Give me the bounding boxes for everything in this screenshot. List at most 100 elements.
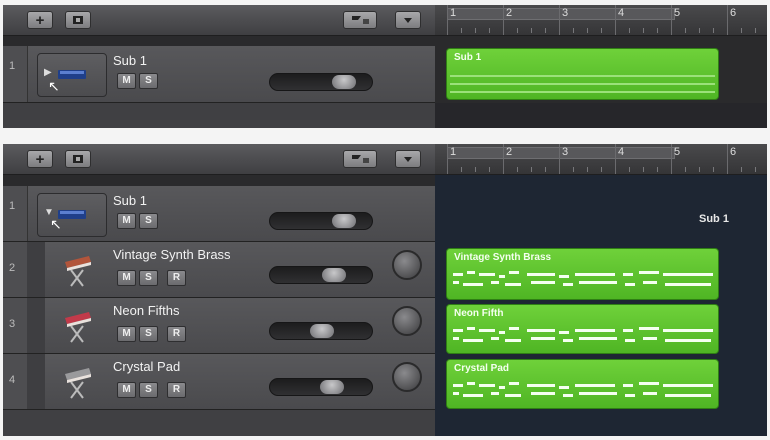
- track-number-strip: [3, 242, 28, 297]
- track-number-strip: [3, 186, 28, 241]
- bar-number: 4: [618, 146, 625, 158]
- flag-menu-icon: [352, 155, 369, 163]
- empty-track-area: [3, 103, 435, 128]
- add-track-button[interactable]: +: [27, 11, 53, 29]
- track-header-row[interactable]: 1 ▶ ↖ Sub 1 M S: [3, 46, 435, 103]
- disclosure-triangle-icon[interactable]: ▶: [44, 67, 52, 78]
- volume-slider-knob[interactable]: [332, 75, 356, 89]
- track-icon-box[interactable]: ▶ ↖: [37, 53, 107, 97]
- bar-number: 6: [730, 7, 737, 19]
- track-stack-button[interactable]: [65, 150, 91, 168]
- volume-slider[interactable]: [269, 378, 373, 396]
- bar-number: 3: [562, 7, 569, 19]
- collapse-button[interactable]: [395, 150, 421, 168]
- track-header-row[interactable]: 3 Neon Fifths M S R: [3, 298, 435, 354]
- bar-ruler[interactable]: 1 2 3 4 5 6: [435, 144, 767, 175]
- track-number: 2: [9, 262, 16, 274]
- track-header-row[interactable]: 4 Crystal Pad M S R: [3, 354, 435, 410]
- track-number-strip: [3, 298, 28, 353]
- midi-region[interactable]: Vintage Synth Brass: [446, 248, 719, 300]
- track-number: 3: [9, 318, 16, 330]
- bar-number: 2: [506, 7, 513, 19]
- volume-slider[interactable]: [269, 322, 373, 340]
- pan-knob[interactable]: [392, 250, 422, 280]
- bottom-panel-expanded: + 1 2 3 4 5 6 Sub 1 1 ▼ ↖ Sub 1 M S 2 Vi…: [3, 144, 767, 436]
- pan-knob[interactable]: [392, 306, 422, 336]
- add-track-button[interactable]: +: [27, 150, 53, 168]
- track-name: Neon Fifths: [113, 303, 180, 318]
- mute-button[interactable]: M: [117, 382, 136, 398]
- summing-stack-icon: [58, 70, 86, 79]
- volume-slider[interactable]: [269, 266, 373, 284]
- track-name: Sub 1: [113, 53, 147, 68]
- bar-ruler[interactable]: 1 2 3 4 5 6: [435, 5, 767, 36]
- empty-track-area: [3, 410, 435, 436]
- track-number: 1: [9, 200, 16, 212]
- mute-button[interactable]: M: [117, 73, 136, 89]
- region-name: Crystal Pad: [454, 363, 510, 374]
- bar-number: 3: [562, 146, 569, 158]
- record-enable-button[interactable]: R: [167, 326, 186, 342]
- track-header-toolbar: +: [3, 5, 435, 36]
- summing-stack-icon: [58, 210, 86, 219]
- solo-button[interactable]: S: [139, 73, 158, 89]
- solo-button[interactable]: S: [139, 213, 158, 229]
- solo-button[interactable]: S: [139, 326, 158, 342]
- midi-region[interactable]: Sub 1: [446, 48, 719, 100]
- solo-button[interactable]: S: [139, 382, 158, 398]
- volume-slider-knob[interactable]: [332, 214, 356, 228]
- track-number: 4: [9, 374, 16, 386]
- track-stack-icon: [73, 155, 83, 163]
- midi-region[interactable]: Neon Fifth: [446, 304, 719, 354]
- bar-number: 5: [674, 7, 681, 19]
- subtrack-indent: [27, 354, 45, 409]
- solo-button[interactable]: S: [139, 270, 158, 286]
- track-stack-button[interactable]: [65, 11, 91, 29]
- record-enable-button[interactable]: R: [167, 270, 186, 286]
- volume-slider[interactable]: [269, 73, 373, 91]
- volume-slider-knob[interactable]: [322, 268, 346, 282]
- cycle-area[interactable]: [447, 8, 675, 20]
- region-name: Sub 1: [454, 52, 482, 63]
- mute-button[interactable]: M: [117, 213, 136, 229]
- track-name: Crystal Pad: [113, 359, 181, 374]
- mouse-cursor-icon: ↖: [50, 216, 62, 232]
- collapse-icon: [404, 157, 412, 162]
- track-header-row[interactable]: 1 ▼ ↖ Sub 1 M S: [3, 186, 435, 242]
- collapse-icon: [404, 18, 412, 23]
- bar-number: 6: [730, 146, 737, 158]
- flag-menu-button[interactable]: [343, 150, 377, 168]
- bar-number: 4: [618, 7, 625, 19]
- mouse-cursor-icon: ↖: [48, 78, 60, 94]
- bar-number: 1: [450, 7, 457, 19]
- mute-button[interactable]: M: [117, 270, 136, 286]
- bar-number: 1: [450, 146, 457, 158]
- region-name: Neon Fifth: [454, 308, 504, 319]
- mute-button[interactable]: M: [117, 326, 136, 342]
- synth-keyboard-icon: [65, 256, 91, 287]
- track-number-strip: [3, 46, 28, 102]
- track-number: 1: [9, 60, 16, 72]
- collapse-button[interactable]: [395, 11, 421, 29]
- flag-menu-button[interactable]: [343, 11, 377, 29]
- volume-slider-knob[interactable]: [310, 324, 334, 338]
- flag-menu-icon: [352, 16, 369, 24]
- bar-number: 2: [506, 146, 513, 158]
- synth-keyboard-icon: [65, 312, 91, 343]
- track-header-toolbar: +: [3, 144, 435, 175]
- stack-region-label: Sub 1: [699, 213, 729, 225]
- cycle-area[interactable]: [447, 147, 675, 159]
- bar-number: 5: [674, 146, 681, 158]
- top-panel-collapsed: + 1 2 3 4 5 6 1 ▶ ↖ Sub 1 M S Sub 1: [3, 5, 767, 128]
- pan-knob[interactable]: [392, 362, 422, 392]
- region-name: Vintage Synth Brass: [454, 252, 552, 263]
- track-header-row[interactable]: 2 Vintage Synth Brass M S R: [3, 242, 435, 298]
- volume-slider[interactable]: [269, 212, 373, 230]
- volume-slider-knob[interactable]: [320, 380, 344, 394]
- empty-lane-area: [435, 103, 767, 128]
- track-icon-box[interactable]: ▼ ↖: [37, 193, 107, 237]
- midi-region[interactable]: Crystal Pad: [446, 359, 719, 409]
- record-enable-button[interactable]: R: [167, 382, 186, 398]
- track-name: Vintage Synth Brass: [113, 247, 231, 262]
- track-name: Sub 1: [113, 193, 147, 208]
